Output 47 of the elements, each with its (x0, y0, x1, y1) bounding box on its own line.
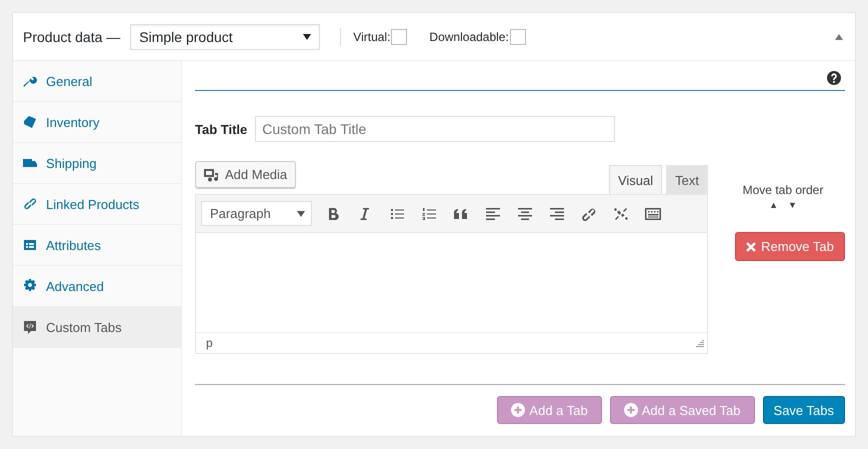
caret-icon (297, 210, 305, 216)
plus-circle-icon (624, 403, 638, 417)
sidebar-tab[interactable]: Custom Tabs (13, 307, 181, 348)
checkbox[interactable] (510, 28, 526, 44)
caret-icon (303, 34, 312, 40)
numbered-list-icon[interactable] (420, 206, 438, 222)
option-label: Virtual: (353, 30, 390, 44)
editor-tab[interactable]: Text (666, 165, 708, 194)
tab-title-field[interactable]: Custom Tab Title (255, 116, 616, 142)
plus-circle-icon (511, 403, 526, 417)
sidebar-tab[interactable]: Attributes (13, 225, 181, 266)
link-icon[interactable] (580, 206, 598, 222)
format-select[interactable]: Paragraph (201, 201, 312, 226)
sidebar-tab[interactable]: Linked Products (13, 184, 181, 225)
sidebar-tab[interactable]: General (13, 61, 181, 102)
gear-icon (23, 279, 37, 293)
link-icon (23, 197, 37, 211)
remove-tab-button[interactable]: Remove Tab (735, 232, 845, 261)
move-down-arrow[interactable]: ▼ (788, 200, 797, 210)
code-icon (23, 320, 37, 334)
truck-icon (23, 156, 37, 170)
align-right-icon[interactable] (548, 206, 566, 222)
help-icon[interactable] (827, 71, 841, 85)
unlink-icon[interactable] (612, 206, 630, 222)
close-icon (746, 242, 756, 252)
wrench-icon (23, 74, 37, 88)
product-type-select[interactable]: Simple product (130, 24, 320, 50)
panel-title: Product data — (23, 28, 120, 44)
list-icon (23, 238, 37, 252)
sidebar-tab[interactable]: Shipping (13, 143, 181, 184)
move-up-arrow[interactable]: ▲ (769, 200, 778, 210)
media-icon (204, 168, 220, 182)
option-label: Downloadable: (429, 30, 509, 44)
move-order-label: Move tab order (742, 183, 824, 197)
add-media-button[interactable]: Add Media (195, 161, 296, 188)
editor-tab[interactable]: Visual (608, 165, 662, 194)
collapse-icon[interactable] (835, 34, 843, 40)
tab-title-label: Tab Title (195, 122, 248, 136)
resize-handle-icon[interactable] (696, 339, 704, 347)
save-tabs-button[interactable]: Save Tabs (762, 396, 845, 424)
tag-icon (23, 115, 37, 129)
align-left-icon[interactable] (484, 206, 502, 222)
element-path: p (206, 336, 213, 350)
sidebar-tab[interactable]: Inventory (13, 102, 181, 143)
checkbox[interactable] (391, 28, 408, 44)
align-center-icon[interactable] (516, 206, 534, 222)
keyboard-icon[interactable] (644, 206, 662, 222)
